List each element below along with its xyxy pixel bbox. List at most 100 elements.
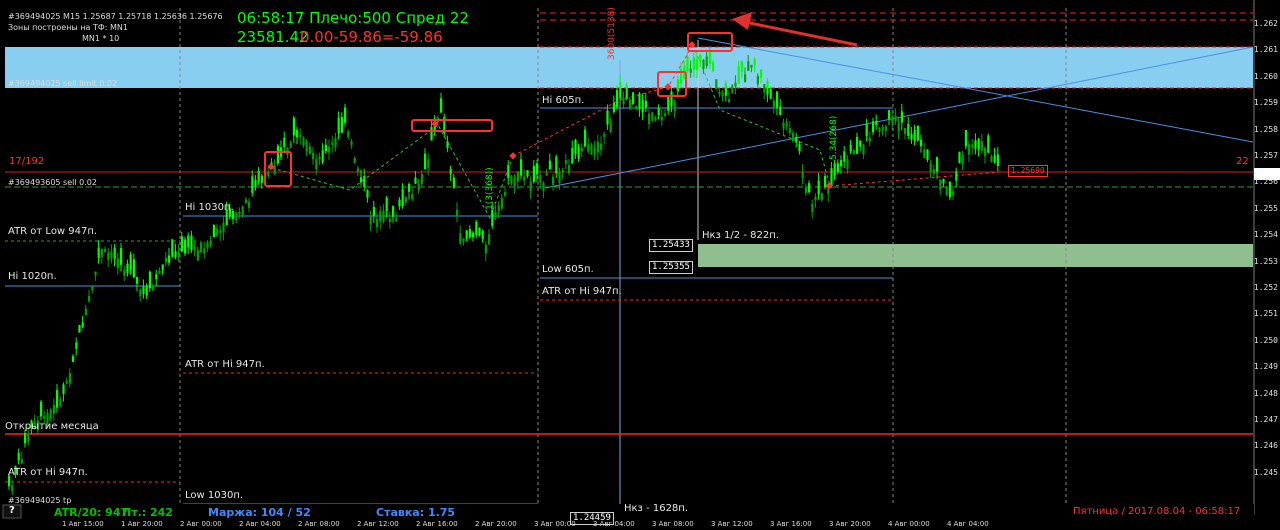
candle-body xyxy=(155,274,158,280)
candle-body xyxy=(251,176,254,193)
candle-body xyxy=(296,129,299,138)
candle-body xyxy=(318,156,321,160)
candle-body xyxy=(641,100,644,113)
candle-body xyxy=(132,259,135,278)
candle-body xyxy=(164,257,167,263)
candle-body xyxy=(811,204,814,213)
candle-body xyxy=(616,89,619,108)
candle-body xyxy=(619,82,622,98)
price-chart[interactable] xyxy=(0,0,1280,530)
candle-body xyxy=(254,179,257,188)
candle-body xyxy=(590,144,593,155)
candle-body xyxy=(334,138,337,148)
time-axis-label: 2 Авг 00:00 xyxy=(180,520,222,528)
candle-body xyxy=(315,159,318,170)
candle-body xyxy=(267,171,270,177)
candle-body xyxy=(398,199,401,207)
candle-body xyxy=(379,210,382,222)
candle-body xyxy=(939,179,942,191)
candle-body xyxy=(622,97,625,105)
candle-body xyxy=(721,92,724,97)
atr-status: ATR/20: 947 xyxy=(54,506,129,519)
green-support-zone xyxy=(698,244,1253,267)
candle-body xyxy=(219,230,222,234)
candle-body xyxy=(606,110,609,125)
candle-body xyxy=(107,252,110,260)
sell-order-label[interactable]: #369493605 sell 0.02 xyxy=(8,177,97,189)
atr-hi-label-a: ATR от Hi 947п. xyxy=(542,286,622,297)
candle-body xyxy=(737,66,740,84)
help-button[interactable]: ? xyxy=(9,505,15,516)
candle-body xyxy=(49,409,52,420)
candle-body xyxy=(552,176,555,185)
candle-body xyxy=(366,190,369,198)
candle-body xyxy=(203,248,206,254)
candle-body xyxy=(830,168,833,186)
candle-body xyxy=(420,174,423,185)
candle-body xyxy=(481,230,484,239)
candle-body xyxy=(347,131,350,138)
candle-body xyxy=(852,150,855,155)
candle-body xyxy=(97,247,100,258)
candle-body xyxy=(468,229,471,238)
candle-body xyxy=(779,106,782,116)
time-axis-label: 3 Авг 12:00 xyxy=(711,520,753,528)
candle-body xyxy=(542,183,545,191)
candle-body xyxy=(712,62,715,71)
candle-body xyxy=(20,459,23,464)
candle-body xyxy=(609,123,612,133)
candle-body xyxy=(888,110,891,120)
candle-body xyxy=(360,177,363,183)
hi-1030-label: Hi 1030п. xyxy=(185,202,234,213)
candle-body xyxy=(856,136,859,154)
candle-body xyxy=(782,122,785,129)
candle-body xyxy=(209,240,212,246)
candle-body xyxy=(411,193,414,200)
price-box-1: 1.25433 xyxy=(649,239,693,252)
sell-limit-order-label[interactable]: #369494025 sell limit 0.02 xyxy=(8,78,117,90)
candle-body xyxy=(424,153,427,169)
candle-body xyxy=(696,58,699,71)
candle-body xyxy=(849,144,852,152)
price-axis-label: 1.250 xyxy=(1253,335,1278,345)
price-axis-label: 1.259 xyxy=(1253,98,1278,108)
candle-body xyxy=(753,58,756,65)
candle-body xyxy=(417,184,420,191)
candle-body xyxy=(180,236,183,252)
candle-body xyxy=(766,80,769,95)
price-axis-label: 1.251 xyxy=(1253,309,1278,319)
price-axis-label: 1.249 xyxy=(1253,362,1278,372)
annotation-arrow xyxy=(732,12,858,47)
candle-body xyxy=(305,140,308,152)
candle-body xyxy=(145,286,148,296)
candle-body xyxy=(200,242,203,253)
candle-body xyxy=(312,152,315,160)
candle-body xyxy=(94,271,97,275)
price-axis-label: 1.262 xyxy=(1253,19,1278,28)
candle-body xyxy=(452,177,455,188)
candle-body xyxy=(491,209,494,227)
hi-605-label: Hi 605п. xyxy=(542,95,585,106)
candle-body xyxy=(129,254,132,271)
price-axis-label: 1.247 xyxy=(1253,415,1278,424)
candle-body xyxy=(603,133,606,138)
candle-body xyxy=(699,54,702,62)
candle-body xyxy=(763,84,766,93)
candle-body xyxy=(664,113,667,116)
candle-body xyxy=(369,216,372,225)
clock-line: 06:58:17 Плечо:500 Спред 22 xyxy=(237,9,469,27)
candle-body xyxy=(148,271,151,289)
candle-body xyxy=(936,157,939,172)
price-axis-label: 1.245 xyxy=(1253,467,1278,477)
candle-body xyxy=(529,181,532,192)
candle-body xyxy=(497,205,500,211)
margin-status: Маржа: 104 / 52 xyxy=(208,506,311,519)
candle-body xyxy=(292,117,295,136)
candle-body xyxy=(964,130,967,147)
pt-status: Пт.: 242 xyxy=(122,506,173,519)
candle-body xyxy=(932,169,935,174)
candle-body xyxy=(654,116,657,121)
zigzag-red-2 xyxy=(829,171,1001,187)
candle-body xyxy=(993,155,996,163)
candle-body xyxy=(632,92,635,104)
